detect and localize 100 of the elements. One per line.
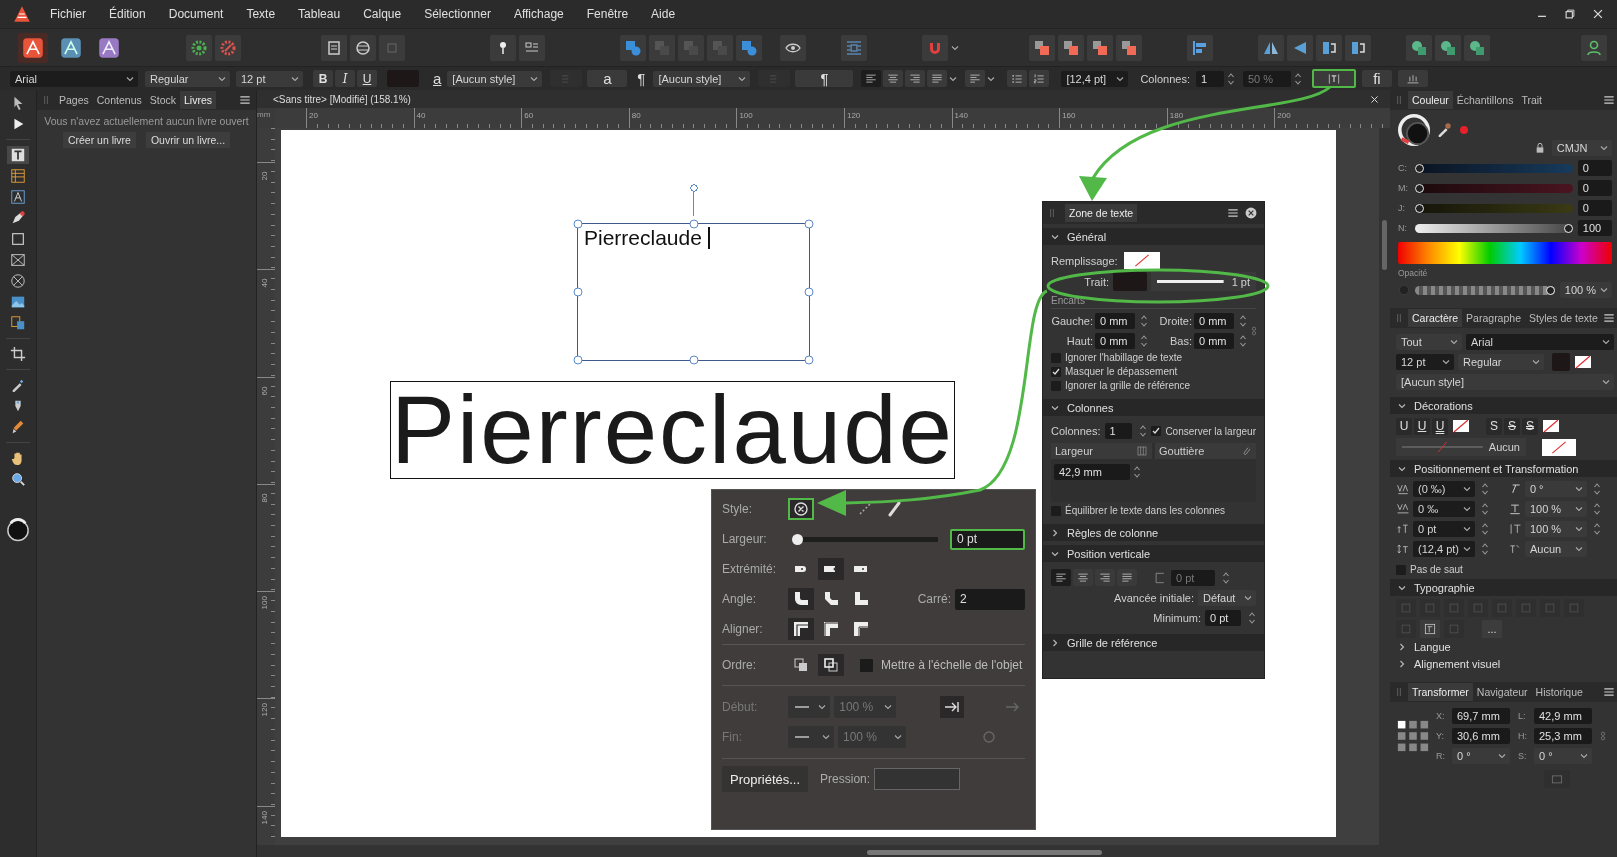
underline-button[interactable]: U [1414, 417, 1430, 435]
spacing-dropdown[interactable]: (0 ‰) [1413, 481, 1475, 497]
font-dropdown[interactable]: Arial [10, 70, 138, 87]
spacing-dropdown[interactable]: 0 ° [1524, 481, 1587, 497]
spacing-dropdown[interactable]: Aucun [1524, 541, 1587, 557]
font-size-dropdown[interactable]: 12 pt [236, 70, 303, 87]
ruler-label: 140 [259, 810, 269, 825]
miter-field[interactable]: 2 [955, 588, 1025, 610]
transform-dropdown[interactable]: 0 ° [1534, 748, 1592, 764]
section-header[interactable]: Alignement visuel [1390, 655, 1617, 672]
font-style-dropdown[interactable]: Regular [1458, 354, 1544, 370]
section-header[interactable]: Langue [1390, 638, 1617, 655]
section-header[interactable]: Typographie [1390, 579, 1617, 596]
menu-item[interactable]: Calque [363, 7, 402, 21]
menu-item[interactable]: Fichier [50, 7, 86, 21]
format-button[interactable]: B [313, 70, 333, 87]
scope-dropdown[interactable]: Tout [1396, 334, 1462, 350]
section-header[interactable]: Position verticale [1043, 545, 1264, 562]
character-button[interactable]: a [587, 70, 628, 87]
menu-item[interactable]: Aide [651, 7, 676, 21]
panel-tab[interactable]: Trait [1517, 91, 1547, 109]
menu-item[interactable]: Édition [109, 7, 146, 21]
section-header[interactable]: Règles de colonne [1043, 524, 1264, 541]
panel-tab[interactable]: Couleur [1408, 91, 1453, 109]
font-size-dropdown[interactable]: 12 pt [1396, 354, 1454, 370]
color-model-dropdown[interactable]: CMJN [1551, 140, 1612, 156]
panel-tab[interactable]: Échantillons [1452, 91, 1518, 109]
underline-button[interactable]: U [1396, 417, 1412, 435]
document-tab[interactable]: <Sans titre> [Modifié] (158.1%) [273, 93, 411, 105]
panel-tab[interactable]: Caractère [1408, 309, 1463, 327]
panel-tab[interactable]: Paragraphe [1462, 309, 1525, 327]
inset-field[interactable]: 0 mm [1095, 333, 1135, 349]
panel-tab[interactable]: Pages [55, 91, 93, 109]
font-dropdown[interactable]: Arial [1466, 334, 1614, 350]
strikethrough-button[interactable]: S [1504, 417, 1520, 435]
font-style-dropdown[interactable]: Regular [145, 70, 230, 87]
transform-field[interactable]: 30,6 mm [1452, 728, 1510, 744]
menu-item[interactable]: Tableau [298, 7, 341, 21]
panel-tab[interactable]: Zone de texte [1065, 204, 1138, 222]
format-button[interactable]: U [357, 70, 377, 87]
ligature-button[interactable]: fi [1361, 70, 1392, 87]
transform-dropdown[interactable]: 0 ° [1452, 748, 1510, 764]
more-button[interactable]: ... [1482, 620, 1502, 638]
spacing-dropdown[interactable]: 0 pt [1413, 521, 1475, 537]
panel-tab[interactable]: Transformer [1408, 683, 1473, 701]
width-field[interactable]: 0 pt [950, 528, 1025, 550]
group-label: Encarts [1051, 295, 1256, 309]
menu-item[interactable]: Sélectionner [424, 7, 491, 21]
paragraph-button[interactable]: ¶ [795, 70, 854, 87]
column-width-field[interactable]: 42,9 mm [1054, 464, 1130, 480]
menu-item[interactable]: Texte [246, 7, 276, 21]
strikethrough-button[interactable]: S [1522, 417, 1538, 435]
panel-tab[interactable]: Contenus [92, 91, 146, 109]
paragraph-style-dropdown[interactable]: [Aucun style] [653, 70, 751, 87]
panel-tab[interactable]: Livres [180, 91, 216, 109]
underline-button[interactable]: U [1432, 417, 1448, 435]
transform-field[interactable]: 25,3 mm [1534, 728, 1592, 744]
channel-field[interactable]: 0 [1577, 180, 1612, 196]
line-style-dropdown[interactable]: Aucun [1396, 438, 1526, 456]
column-ratio-field[interactable]: 50 % [1242, 70, 1291, 87]
panel-tab[interactable]: Navigateur [1472, 683, 1532, 701]
section-header[interactable]: Grille de référence [1043, 634, 1264, 651]
transform-field[interactable]: 42,9 mm [1534, 708, 1592, 724]
channel-field[interactable]: 0 [1577, 200, 1612, 216]
properties-button[interactable]: Propriétés... [722, 766, 809, 792]
menu-item[interactable]: Fenêtre [586, 7, 629, 21]
first-baseline-dropdown[interactable]: Défaut [1198, 590, 1256, 606]
panel-tab[interactable]: Stock [145, 91, 180, 109]
book-button[interactable]: Créer un livre [62, 132, 136, 148]
inset-field[interactable]: 0 mm [1194, 313, 1234, 329]
inset-field[interactable]: 0 mm [1095, 313, 1135, 329]
spacing-dropdown[interactable]: 0 ‰ [1413, 501, 1475, 517]
offset-field[interactable]: 0 pt [1171, 569, 1215, 586]
transform-field[interactable]: 69,7 mm [1452, 708, 1510, 724]
opacity-dropdown[interactable]: 100 % [1559, 282, 1612, 298]
section-header[interactable]: Positionnement et Transformation [1390, 460, 1617, 477]
channel-field[interactable]: 100 [1577, 220, 1612, 236]
inset-field[interactable]: 0 mm [1194, 333, 1234, 349]
section-header[interactable]: Décorations [1390, 397, 1617, 414]
spacing-dropdown[interactable]: 100 % [1524, 521, 1587, 537]
panel-tab[interactable]: Historique [1531, 683, 1587, 701]
strikethrough-button[interactable]: S [1486, 417, 1502, 435]
character-style-dropdown[interactable]: [Aucun style] [447, 70, 543, 87]
book-button[interactable]: Ouvrir un livre... [145, 132, 231, 148]
columns-field[interactable]: 1 [1195, 70, 1224, 87]
section-header[interactable]: Colonnes [1043, 399, 1264, 416]
channel-field[interactable]: 0 [1577, 160, 1612, 176]
field-label: Extrémité: [722, 562, 777, 576]
text-style-dropdown[interactable]: [Aucun style] [1396, 374, 1614, 390]
columns-field[interactable]: 1 [1104, 423, 1133, 439]
spacing-dropdown[interactable]: (12,4 pt) [1413, 541, 1475, 557]
spacing-dropdown[interactable]: 100 % [1524, 501, 1587, 517]
menu-item[interactable]: Document [168, 7, 224, 21]
panel-tab[interactable]: Styles de texte [1525, 309, 1602, 327]
format-button[interactable]: I [335, 70, 355, 87]
minimum-field[interactable]: 0 pt [1205, 610, 1241, 626]
menu-item[interactable]: Affichage [513, 7, 564, 21]
stroke-button[interactable]: 1 pt [1151, 272, 1256, 291]
leading-dropdown[interactable]: [12,4 pt] [1061, 70, 1129, 87]
section-header[interactable]: Général [1043, 228, 1264, 245]
